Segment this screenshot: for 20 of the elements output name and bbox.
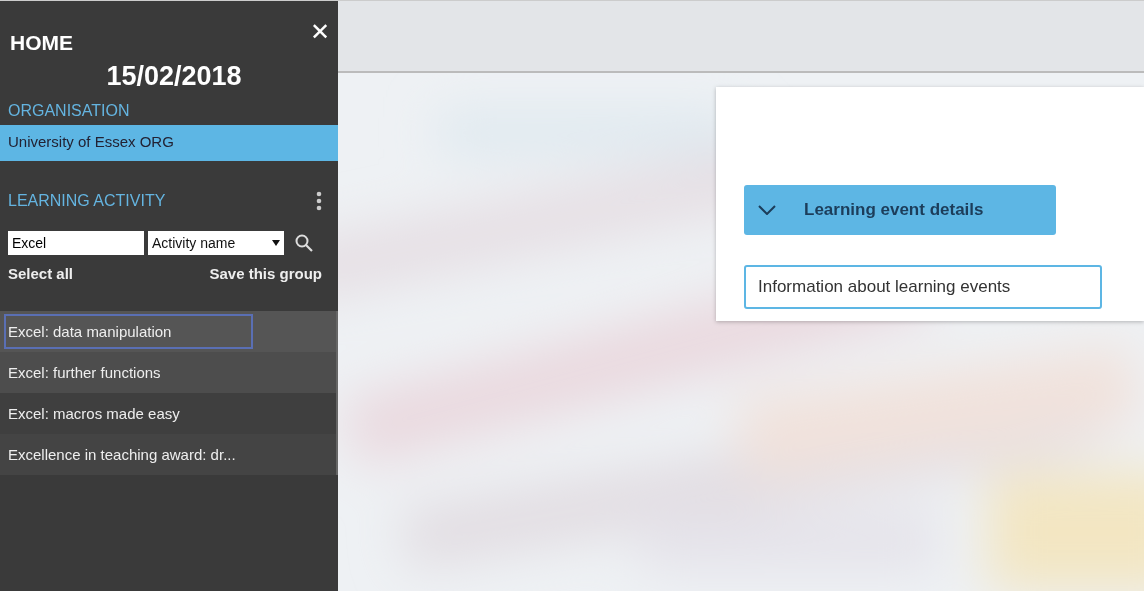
activity-item[interactable]: Excel: data manipulation — [0, 311, 336, 352]
section-heading: LEARNING ACTIVITY — [8, 192, 166, 210]
sidebar-title: HOME — [10, 31, 73, 55]
close-button[interactable]: ✕ — [309, 18, 330, 46]
organisation-item[interactable]: University of Essex ORG — [0, 125, 338, 161]
search-field[interactable]: Excel — [8, 231, 144, 255]
activity-item[interactable]: Excel: macros made easy — [0, 393, 336, 434]
activity-item[interactable]: Excellence in teaching award: dr... — [0, 434, 336, 475]
filter-dropdown[interactable]: Activity name — [148, 231, 284, 255]
select-all-link[interactable]: Select all — [8, 265, 74, 289]
activity-item[interactable]: Excel: further functions — [0, 352, 336, 393]
section-heading: ORGANISATION — [7, 102, 131, 120]
search-icon[interactable] — [294, 233, 314, 253]
chevron-icon — [758, 205, 776, 215]
more-icon[interactable] — [316, 191, 322, 211]
date-label: 15/02/2018 — [105, 61, 243, 92]
save-group-link[interactable]: Save this group — [209, 265, 322, 289]
input-field[interactable]: Information about learning events — [744, 265, 1102, 309]
dropdown-arrow-icon — [272, 240, 280, 246]
section-toggle[interactable]: Learning event details — [744, 185, 1056, 235]
